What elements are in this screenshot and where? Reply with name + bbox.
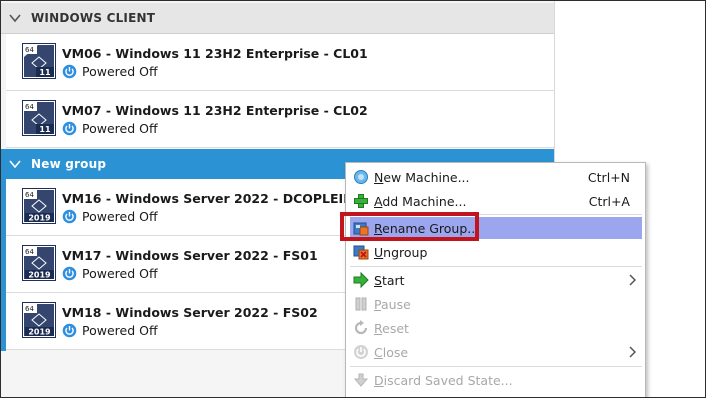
vm-name: VM07 - Windows 11 23H2 Enterprise - CL02 <box>62 103 368 118</box>
discard-icon <box>353 373 369 387</box>
menu-item-label: Ungroup <box>374 244 428 260</box>
vm-badge-top: 64 <box>25 305 34 313</box>
vm-badge-bottom: 2019 <box>28 328 51 337</box>
group-title: WINDOWS CLIENT <box>31 11 156 25</box>
vm-name: VM06 - Windows 11 23H2 Enterprise - CL01 <box>62 46 368 61</box>
power-off-icon <box>62 266 77 281</box>
power-off-icon <box>62 121 77 136</box>
ungroup-icon <box>353 245 369 260</box>
windows-server-os-icon: 64 2019 <box>22 188 56 224</box>
vm-state-label: Powered Off <box>82 209 158 224</box>
menu-item-ungroup[interactable]: Ungroup <box>350 241 642 263</box>
pause-icon <box>355 297 367 311</box>
group-context-menu: New Machine... Ctrl+N Add Machine... Ctr… <box>345 162 646 398</box>
menu-item-rename-group[interactable]: Rename Group... <box>350 217 642 239</box>
add-machine-icon <box>354 194 368 208</box>
menu-item-new-machine[interactable]: New Machine... Ctrl+N <box>350 166 642 188</box>
group-header-windows-client[interactable]: WINDOWS CLIENT <box>1 3 554 34</box>
start-arrow-icon <box>353 272 369 288</box>
menu-separator <box>350 266 642 267</box>
windows-os-icon: 64 11 <box>22 43 56 79</box>
menu-separator <box>350 366 642 367</box>
vm-state: Powered Off <box>62 209 158 224</box>
vm-badge-top: 64 <box>25 191 34 199</box>
menu-item-label: Pause <box>374 296 411 312</box>
menu-item-shortcut: Ctrl+N <box>587 169 630 185</box>
menu-item-label: Rename Group... <box>374 220 480 236</box>
reset-icon <box>354 320 368 335</box>
menu-item-label: New Machine... <box>374 169 470 185</box>
vm-badge-bottom: 11 <box>39 125 51 134</box>
vm-badge-top: 64 <box>25 103 34 111</box>
new-machine-icon <box>354 170 368 184</box>
menu-item-add-machine[interactable]: Add Machine... Ctrl+A <box>350 190 642 212</box>
vm-state-label: Powered Off <box>82 266 158 281</box>
vm-state: Powered Off <box>62 323 158 338</box>
menu-item-shortcut: Ctrl+A <box>588 193 630 209</box>
power-off-icon <box>62 209 77 224</box>
menu-item-label: Start <box>374 272 405 288</box>
submenu-arrow-icon <box>629 346 636 358</box>
vm-item[interactable]: 64 11 VM06 - Windows 11 23H2 Enterprise … <box>6 34 554 91</box>
vm-name: VM18 - Windows Server 2022 - FS02 <box>62 305 318 320</box>
vm-badge-bottom: 11 <box>39 68 51 77</box>
windows-os-icon: 64 11 <box>22 100 56 136</box>
vm-state: Powered Off <box>62 121 158 136</box>
menu-separator <box>350 214 642 215</box>
vm-name: VM17 - Windows Server 2022 - FS01 <box>62 248 318 263</box>
menu-item-close: Close <box>350 341 642 363</box>
chevron-down-icon[interactable] <box>8 11 22 25</box>
power-off-icon <box>62 64 77 79</box>
vm-item[interactable]: 64 11 VM07 - Windows 11 23H2 Enterprise … <box>6 91 554 148</box>
windows-server-os-icon: 64 2019 <box>22 302 56 338</box>
vm-badge-bottom: 2019 <box>28 214 51 223</box>
rename-group-icon <box>353 222 369 236</box>
power-close-icon <box>354 345 368 359</box>
submenu-arrow-icon <box>629 274 636 286</box>
menu-item-start[interactable]: Start <box>350 269 642 291</box>
vm-badge-top: 64 <box>25 46 34 54</box>
vm-badge-bottom: 2019 <box>28 271 51 280</box>
vm-state-label: Powered Off <box>82 64 158 79</box>
vm-state: Powered Off <box>62 266 158 281</box>
vm-badge-top: 64 <box>25 248 34 256</box>
power-off-icon <box>62 323 77 338</box>
menu-item-label: Close <box>374 344 409 360</box>
group-title: New group <box>31 157 107 171</box>
vm-state-label: Powered Off <box>82 121 158 136</box>
windows-server-os-icon: 64 2019 <box>22 245 56 281</box>
chevron-down-icon[interactable] <box>8 157 22 171</box>
menu-item-pause: Pause <box>350 293 642 315</box>
menu-item-label: Add Machine... <box>374 193 467 209</box>
vm-state-label: Powered Off <box>82 323 158 338</box>
vm-state: Powered Off <box>62 64 158 79</box>
menu-item-label: Discard Saved State... <box>374 372 513 388</box>
menu-item-reset: Reset <box>350 317 642 339</box>
menu-item-discard-saved-state: Discard Saved State... <box>350 369 642 391</box>
menu-item-label: Reset <box>374 320 409 336</box>
